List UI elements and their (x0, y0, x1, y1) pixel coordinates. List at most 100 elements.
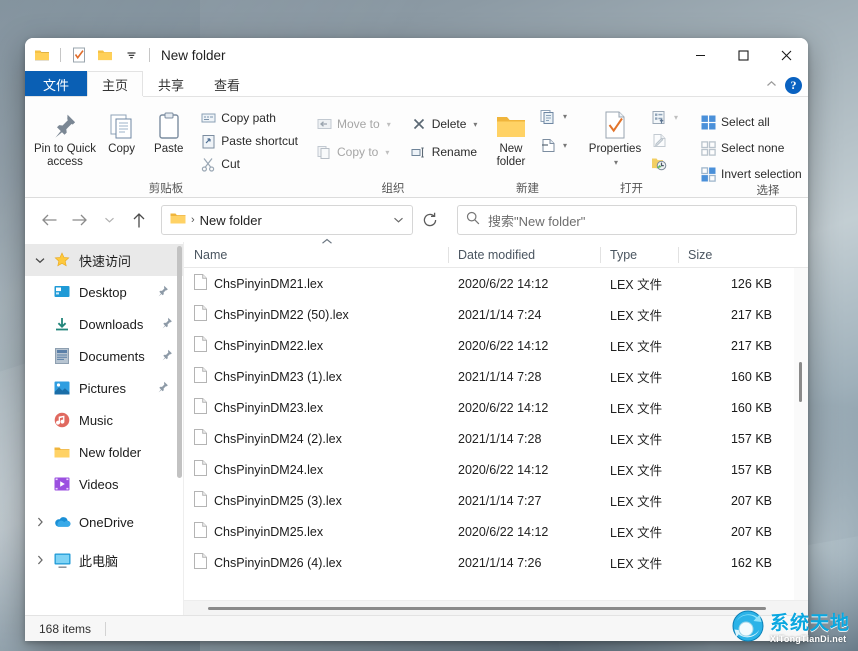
table-row[interactable]: ChsPinyinDM23 (1).lex2021/1/14 7:28LEX 文… (184, 361, 808, 392)
table-row[interactable]: ChsPinyinDM21.lex2020/6/22 14:12LEX 文件12… (184, 268, 808, 299)
qat-new-folder-icon[interactable] (94, 44, 116, 66)
address-chevron-down-icon[interactable] (388, 208, 408, 232)
refresh-button[interactable] (417, 206, 443, 234)
pin-icon[interactable] (157, 285, 169, 300)
easy-access-button[interactable]: ▾ (537, 135, 570, 155)
address-bar[interactable]: › New folder (161, 205, 413, 235)
cell-name[interactable]: ChsPinyinDM23.lex (184, 398, 448, 417)
search-box[interactable]: 搜索"New folder" (457, 205, 797, 235)
chevron-right-icon[interactable] (29, 555, 51, 565)
table-row[interactable]: ChsPinyinDM26 (4).lex2021/1/14 7:26LEX 文… (184, 547, 808, 578)
sidebar-item-videos[interactable]: Videos (25, 468, 183, 500)
new-item-chevron-down-icon[interactable]: ▾ (563, 112, 567, 121)
cell-name[interactable]: ChsPinyinDM22.lex (184, 336, 448, 355)
open-with-chevron-down-icon[interactable]: ▾ (674, 113, 678, 122)
pin-icon[interactable] (161, 349, 173, 364)
minimize-button[interactable] (679, 38, 722, 72)
pin-icon[interactable] (161, 317, 173, 332)
properties-chevron-down-icon[interactable]: ▾ (614, 156, 618, 169)
sidebar-item-pictures[interactable]: Pictures (25, 372, 183, 404)
sidebar-item-desktop[interactable]: Desktop (25, 276, 183, 308)
cell-name[interactable]: ChsPinyinDM23 (1).lex (184, 367, 448, 386)
move-to-button[interactable]: Move to ▾ (313, 114, 394, 134)
breadcrumb[interactable]: › New folder (170, 212, 262, 228)
copy-path-button[interactable]: Copy path (197, 108, 301, 128)
recent-locations-chevron-down-icon[interactable] (95, 206, 123, 234)
table-row[interactable]: ChsPinyinDM22.lex2020/6/22 14:12LEX 文件21… (184, 330, 808, 361)
help-button[interactable]: ? (785, 77, 802, 94)
qat-properties-icon[interactable] (68, 44, 90, 66)
cell-name[interactable]: ChsPinyinDM26 (4).lex (184, 553, 448, 572)
qat-folder-icon[interactable] (31, 44, 53, 66)
sidebar-item-this-pc[interactable]: 此电脑 (25, 544, 183, 576)
sidebar-scrollbar[interactable] (177, 246, 182, 611)
chevron-down-icon[interactable] (29, 257, 51, 264)
select-all-button[interactable]: Select all (697, 112, 805, 132)
cell-name[interactable]: ChsPinyinDM25 (3).lex (184, 491, 448, 510)
move-to-chevron-down-icon[interactable]: ▾ (387, 120, 391, 129)
up-button[interactable] (125, 206, 153, 234)
cell-name[interactable]: ChsPinyinDM22 (50).lex (184, 305, 448, 324)
new-folder-button[interactable]: New folder (485, 104, 537, 169)
cell-name[interactable]: ChsPinyinDM24.lex (184, 460, 448, 479)
close-button[interactable] (765, 38, 808, 72)
chevron-right-icon[interactable] (29, 517, 51, 527)
new-item-button[interactable]: ▾ (537, 106, 570, 126)
delete-button[interactable]: Delete ▾ (408, 114, 481, 134)
collapse-ribbon-chevron-up-icon[interactable] (766, 80, 777, 91)
tab-share[interactable]: 共享 (143, 71, 199, 96)
sidebar-item-documents[interactable]: Documents (25, 340, 183, 372)
copy-to-chevron-down-icon[interactable]: ▾ (385, 148, 389, 157)
sidebar-item-quick-access[interactable]: 快速访问 (25, 244, 183, 276)
easy-access-chevron-down-icon[interactable]: ▾ (563, 141, 567, 150)
cell-name[interactable]: ChsPinyinDM25.lex (184, 522, 448, 541)
edit-button[interactable] (648, 130, 681, 150)
file-list-vertical-scrollbar[interactable] (794, 268, 808, 600)
pictures-icon (51, 381, 73, 395)
rename-button[interactable]: Rename (408, 142, 481, 162)
pin-to-quick-access-button[interactable]: Pin to Quick access (31, 104, 99, 169)
table-row[interactable]: ChsPinyinDM25 (3).lex2021/1/14 7:27LEX 文… (184, 485, 808, 516)
sidebar-item-onedrive[interactable]: OneDrive (25, 506, 183, 538)
file-list-vertical-scrollbar-thumb[interactable] (799, 362, 802, 402)
select-none-button[interactable]: Select none (697, 138, 805, 158)
back-button[interactable] (35, 206, 63, 234)
qat-customize-chevron-down-icon[interactable] (120, 44, 142, 66)
table-row[interactable]: ChsPinyinDM25.lex2020/6/22 14:12LEX 文件20… (184, 516, 808, 547)
title-bar[interactable]: New folder (25, 38, 808, 72)
delete-chevron-down-icon[interactable]: ▾ (473, 120, 477, 129)
search-input[interactable]: 搜索"New folder" (488, 211, 585, 230)
maximize-button[interactable] (722, 38, 765, 72)
sidebar-scrollbar-thumb[interactable] (177, 246, 182, 478)
forward-button[interactable] (65, 206, 93, 234)
open-with-button[interactable]: ▾ (648, 107, 681, 127)
paste-button[interactable]: Paste (144, 104, 193, 156)
table-row[interactable]: ChsPinyinDM22 (50).lex2021/1/14 7:24LEX … (184, 299, 808, 330)
sidebar-item-music[interactable]: Music (25, 404, 183, 436)
column-header-size[interactable]: Size (678, 242, 788, 268)
cut-button[interactable]: Cut (197, 154, 301, 174)
history-button[interactable] (648, 153, 681, 173)
file-list-horizontal-scrollbar-thumb[interactable] (208, 607, 766, 610)
properties-button[interactable]: Properties ▾ (582, 104, 648, 169)
pin-icon[interactable] (157, 381, 169, 396)
table-row[interactable]: ChsPinyinDM23.lex2020/6/22 14:12LEX 文件16… (184, 392, 808, 423)
cell-name[interactable]: ChsPinyinDM24 (2).lex (184, 429, 448, 448)
column-header-name[interactable]: Name (184, 242, 448, 268)
qat-divider-2 (149, 48, 150, 62)
invert-selection-button[interactable]: Invert selection (697, 164, 805, 184)
table-row[interactable]: ChsPinyinDM24 (2).lex2021/1/14 7:28LEX 文… (184, 423, 808, 454)
column-header-type[interactable]: Type (600, 242, 678, 268)
copy-button[interactable]: Copy (99, 104, 144, 156)
tab-home[interactable]: 主页 (87, 71, 143, 96)
cell-name[interactable]: ChsPinyinDM21.lex (184, 274, 448, 293)
paste-shortcut-button[interactable]: Paste shortcut (197, 131, 301, 151)
copy-to-button[interactable]: Copy to ▾ (313, 142, 394, 162)
sidebar-item-downloads[interactable]: Downloads (25, 308, 183, 340)
sidebar-item-new-folder[interactable]: New folder (25, 436, 183, 468)
tab-file[interactable]: 文件 (25, 71, 87, 96)
table-row[interactable]: ChsPinyinDM24.lex2020/6/22 14:12LEX 文件15… (184, 454, 808, 485)
column-header-date-modified[interactable]: Date modified (448, 242, 600, 268)
tab-view[interactable]: 查看 (199, 71, 255, 96)
file-list-horizontal-scrollbar[interactable] (184, 600, 808, 615)
